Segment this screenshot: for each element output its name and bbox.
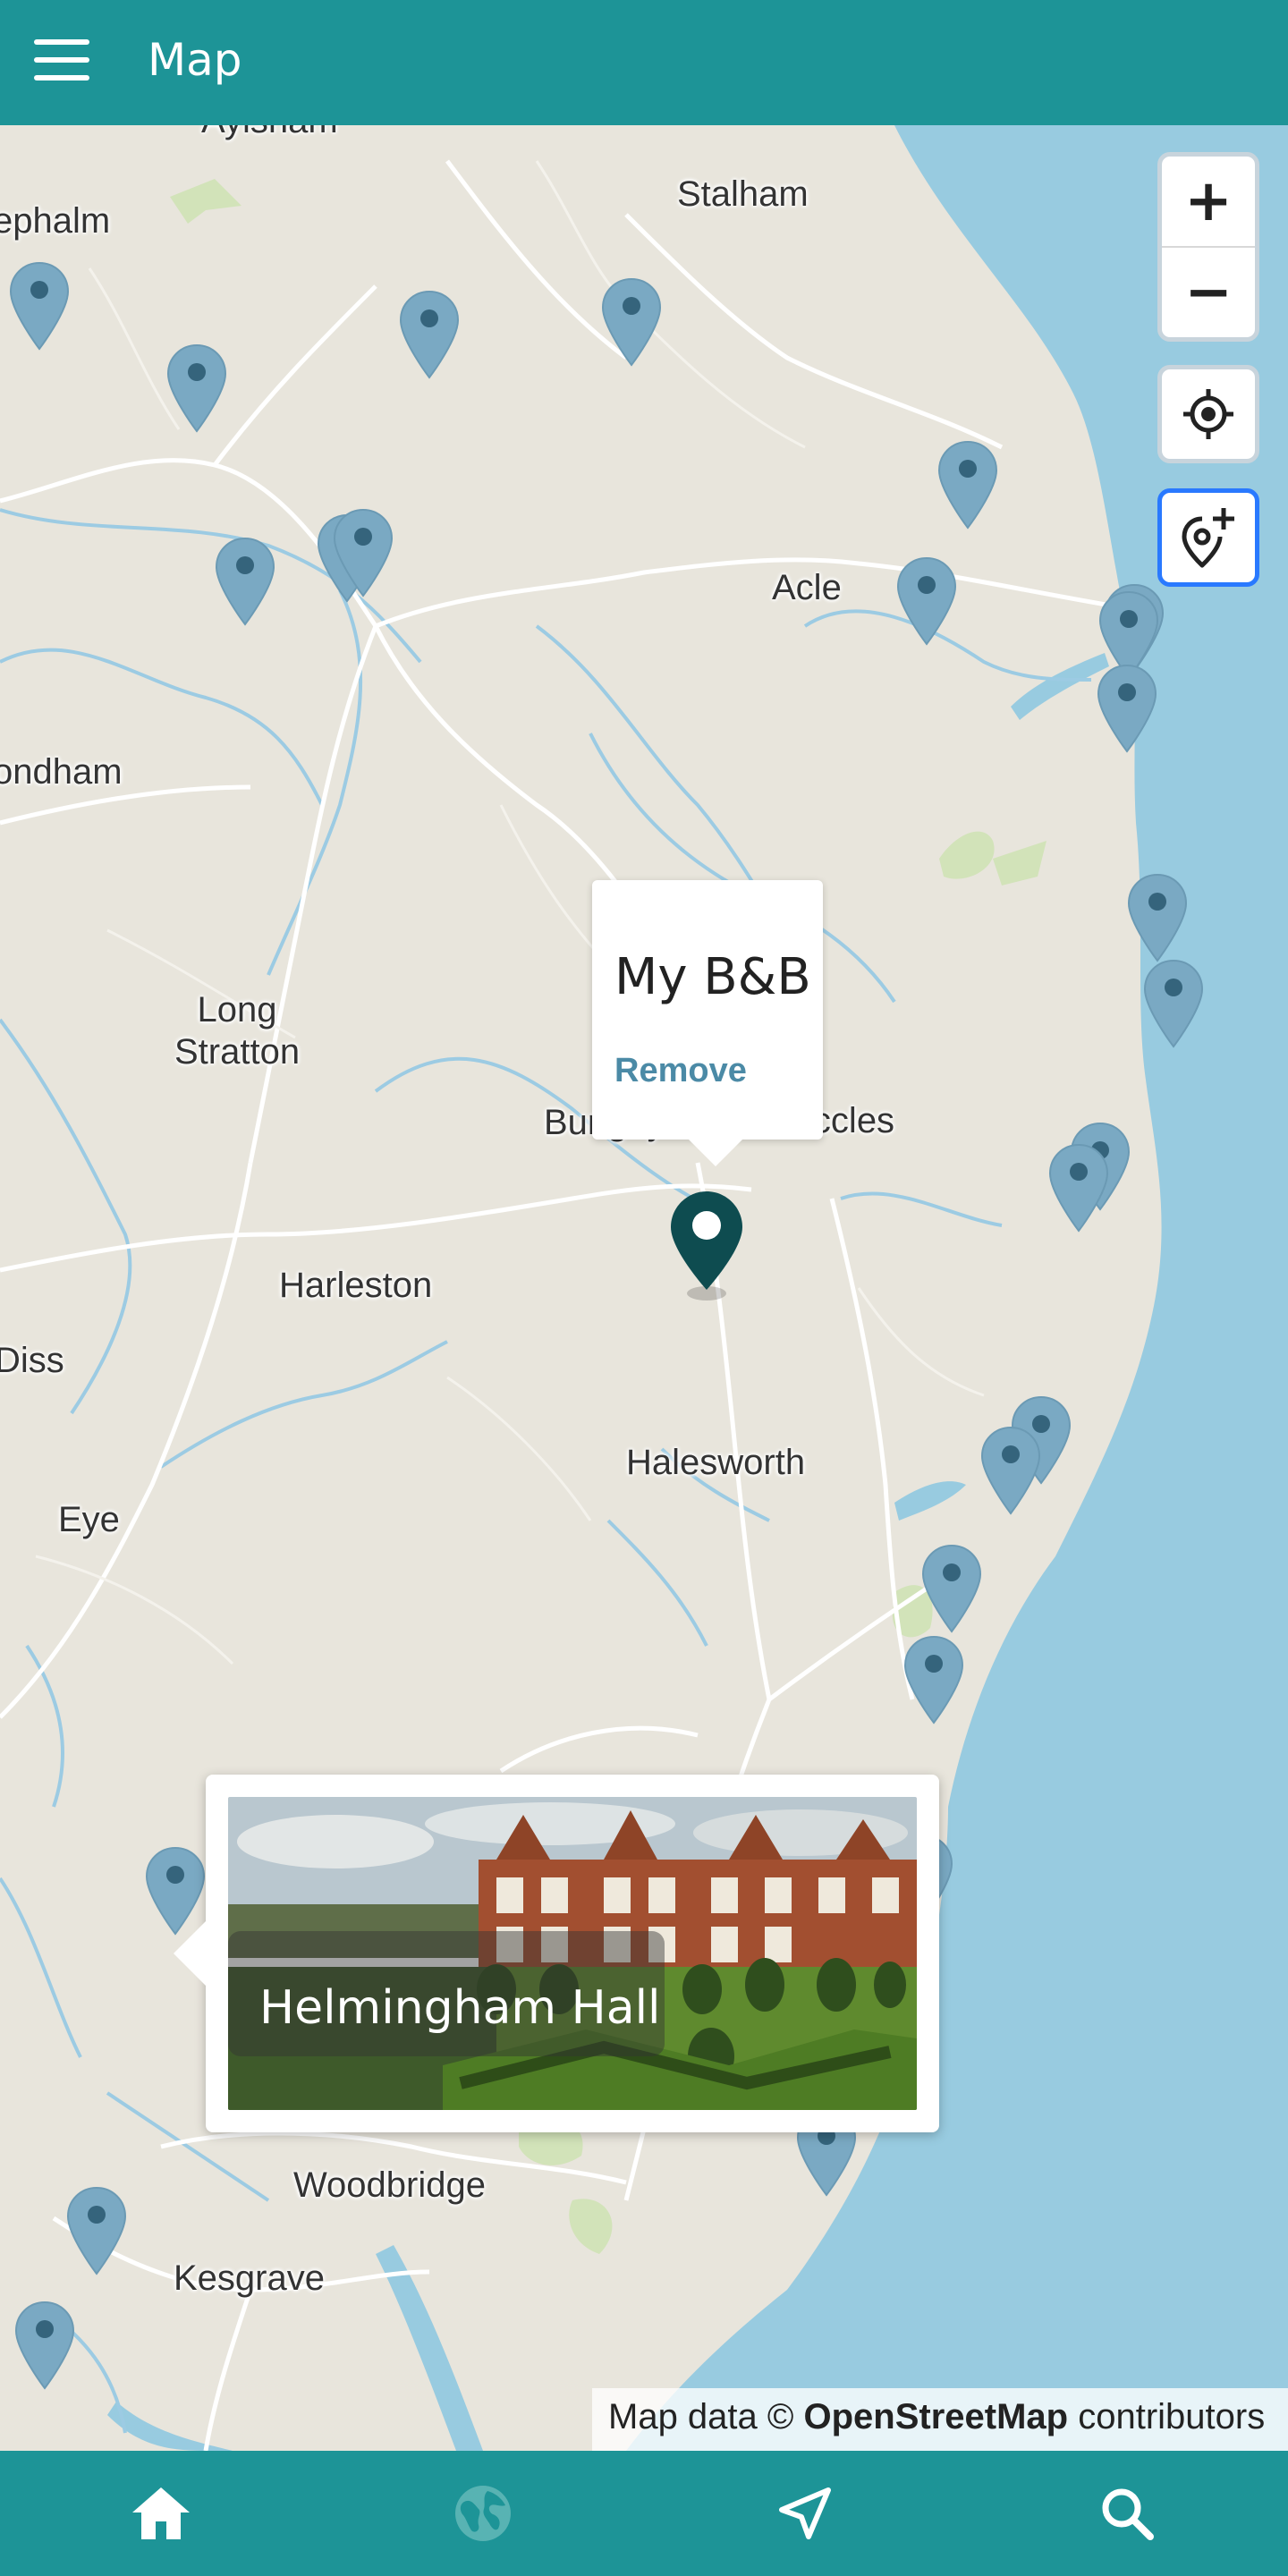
locate-me-button[interactable]: [1162, 369, 1255, 459]
attribution-prefix: Map data ©: [608, 2397, 804, 2436]
map-pin-icon: [1127, 873, 1188, 962]
attraction-marker[interactable]: [902, 1633, 966, 1726]
attraction-marker[interactable]: [599, 275, 664, 369]
attraction-marker[interactable]: [331, 506, 395, 599]
map-pin-icon: [937, 440, 998, 530]
attraction-title: Helmingham Hall: [259, 1981, 661, 2035]
place-label: Diss: [0, 1341, 64, 1380]
place-label: Halesworth: [626, 1443, 806, 1482]
attraction-marker[interactable]: [397, 288, 462, 381]
map-pin-icon: [9, 261, 70, 351]
menu-button[interactable]: [27, 36, 98, 89]
map-pin-icon: [980, 1426, 1041, 1515]
place-label: Kesgrave: [174, 2258, 325, 2298]
attraction-marker[interactable]: [7, 259, 72, 352]
selected-location-marker[interactable]: [665, 1188, 748, 1304]
bottom-navigation: [0, 2451, 1288, 2576]
navigation-arrow-icon: [779, 2487, 831, 2539]
add-location-pin-icon: [1182, 508, 1234, 568]
add-place-control: [1157, 488, 1259, 587]
attraction-marker[interactable]: [894, 555, 959, 648]
map-pin-icon: [1048, 1143, 1109, 1233]
map-pin-icon: [215, 537, 275, 626]
remove-link[interactable]: Remove: [614, 1052, 747, 1090]
zoom-controls: + −: [1157, 152, 1259, 342]
nav-directions-button[interactable]: [644, 2451, 966, 2576]
place-label: Woodbridge: [293, 2165, 486, 2205]
app-bar: Map: [0, 0, 1288, 125]
location-pin-icon: [671, 1191, 742, 1301]
attraction-marker[interactable]: [919, 1542, 984, 1635]
zoom-in-button[interactable]: +: [1162, 157, 1255, 246]
attraction-marker[interactable]: [1125, 871, 1190, 964]
place-label: Eye: [58, 1500, 120, 1539]
attraction-marker[interactable]: [1141, 957, 1206, 1050]
popup-title: My B&B: [614, 948, 811, 1006]
map-pin-icon: [903, 1635, 964, 1724]
place-label: Long Stratton: [174, 990, 301, 1072]
map-pin-icon: [333, 508, 394, 597]
search-icon: [1102, 2488, 1154, 2540]
place-label: Acle: [772, 568, 842, 607]
place-label: ondham: [0, 752, 123, 792]
attraction-marker[interactable]: [213, 535, 277, 628]
globe-icon: [455, 2486, 511, 2541]
nav-search-button[interactable]: [966, 2451, 1288, 2576]
map-pin-icon: [1143, 959, 1204, 1048]
place-label: Aylsham: [201, 125, 338, 142]
locate-control: [1157, 365, 1259, 463]
attraction-marker[interactable]: [13, 2299, 77, 2392]
map-pin-icon: [399, 290, 460, 379]
place-label: Stalham: [677, 174, 809, 214]
attraction-marker[interactable]: [1095, 662, 1159, 755]
attraction-marker[interactable]: [1046, 1141, 1111, 1234]
map-pin-icon: [66, 2186, 127, 2275]
attribution-suffix: contributors: [1068, 2397, 1266, 2436]
map-attribution: Map data © OpenStreetMap contributors: [592, 2388, 1288, 2451]
attribution-source-link[interactable]: OpenStreetMap: [803, 2397, 1068, 2436]
map-pin-icon: [14, 2301, 75, 2390]
attraction-marker[interactable]: [165, 342, 229, 435]
zoom-out-button[interactable]: −: [1162, 248, 1255, 337]
map-pin-icon: [896, 556, 957, 646]
attraction-marker[interactable]: [936, 438, 1000, 531]
crosshair-icon: [1183, 389, 1233, 439]
home-icon: [132, 2487, 190, 2539]
attraction-marker[interactable]: [979, 1424, 1043, 1517]
nav-home-button[interactable]: [0, 2451, 322, 2576]
place-label: ephalm: [0, 201, 111, 241]
nav-explore-button[interactable]: [322, 2451, 644, 2576]
add-place-button[interactable]: [1162, 493, 1255, 582]
marker-popup: My B&B Remove: [592, 880, 823, 1166]
map-pin-icon: [921, 1544, 982, 1633]
attraction-card[interactable]: [174, 1775, 939, 2132]
map-pin-icon: [601, 277, 662, 367]
place-label: Harleston: [279, 1266, 433, 1305]
attraction-photo: [228, 1797, 917, 2110]
map-pin-icon: [166, 343, 227, 433]
map-pin-icon: [1097, 664, 1157, 753]
attraction-marker[interactable]: [64, 2184, 129, 2277]
page-title: Map: [148, 34, 242, 86]
